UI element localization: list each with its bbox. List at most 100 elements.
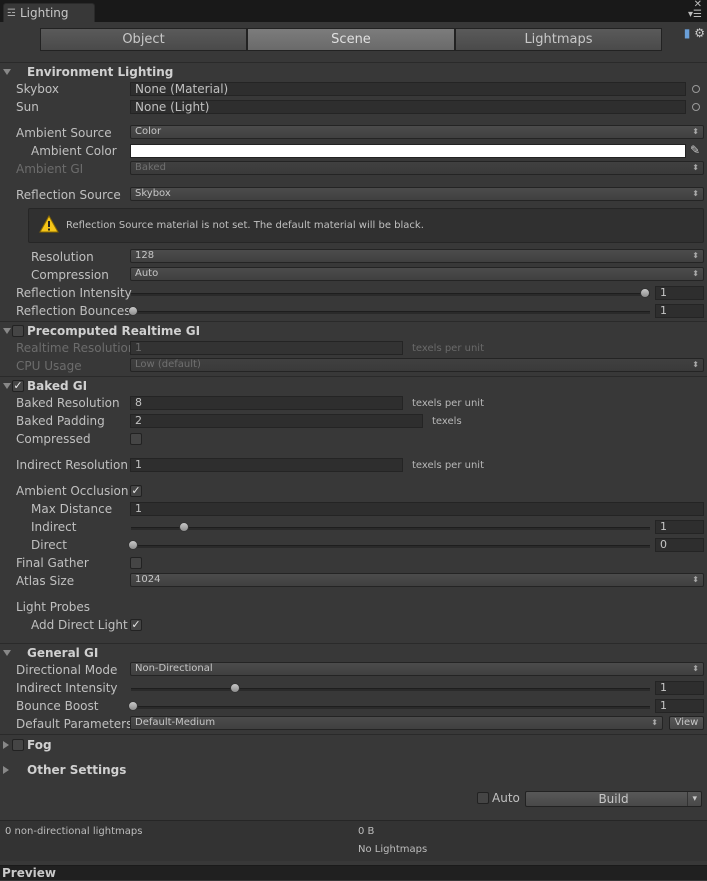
tab-lightmaps[interactable]: Lightmaps — [455, 28, 662, 51]
bounce-boost-field[interactable]: 1 — [655, 699, 704, 713]
ambient-occlusion-checkbox[interactable]: ✓ — [130, 485, 142, 497]
ambient-gi-dropdown: Baked ⬍ — [130, 161, 704, 175]
compression-value: Auto — [135, 268, 159, 279]
add-direct-light-checkbox[interactable]: ✓ — [130, 619, 142, 631]
general-header[interactable]: General GI — [27, 646, 98, 660]
bounce-boost-slider[interactable] — [131, 706, 650, 709]
indirect-intensity-thumb[interactable] — [230, 683, 240, 693]
ambient-gi-label: Ambient GI — [16, 162, 84, 176]
baked-padding-unit: texels — [432, 416, 462, 427]
precomputed-header[interactable]: Precomputed Realtime GI — [27, 324, 200, 338]
direct-field[interactable]: 0 — [655, 538, 704, 552]
directional-mode-dropdown[interactable]: Non-Directional ⬍ — [130, 662, 704, 676]
reflection-bounces-slider[interactable] — [131, 311, 650, 314]
indirect-intensity-slider[interactable] — [131, 688, 650, 691]
compression-dropdown[interactable]: Auto ⬍ — [130, 267, 704, 281]
baked-padding-field[interactable]: 2 — [130, 414, 423, 428]
compression-label: Compression — [31, 268, 109, 282]
reflection-intensity-thumb[interactable] — [640, 288, 650, 298]
indirect-intensity-label: Indirect Intensity — [16, 681, 118, 695]
baked-foldout-icon[interactable] — [3, 383, 11, 389]
tab-scene[interactable]: Scene — [247, 28, 455, 51]
fog-header[interactable]: Fog — [27, 738, 52, 752]
reflection-intensity-field[interactable]: 1 — [655, 286, 704, 300]
baked-resolution-label: Baked Resolution — [16, 396, 120, 410]
sun-picker-icon[interactable] — [692, 103, 700, 111]
reflection-intensity-slider[interactable] — [131, 293, 650, 296]
warning-icon — [39, 215, 59, 233]
direct-label: Direct — [31, 538, 67, 552]
precomputed-enable-checkbox[interactable] — [12, 325, 24, 337]
other-settings-foldout-icon[interactable] — [3, 766, 9, 774]
warning-text: Reflection Source material is not set. T… — [66, 220, 424, 231]
reflection-source-label: Reflection Source — [16, 188, 121, 202]
compressed-label: Compressed — [16, 432, 91, 446]
ambient-source-dropdown[interactable]: Color ⬍ — [130, 125, 704, 139]
direct-slider[interactable] — [131, 545, 650, 548]
build-dropdown-icon[interactable]: ▾ — [687, 792, 697, 806]
direct-thumb[interactable] — [128, 540, 138, 550]
cpu-usage-value: Low (default) — [135, 359, 201, 370]
help-book-icon[interactable]: ▮ — [684, 26, 691, 40]
default-parameters-dropdown[interactable]: Default-Medium ⬍ — [130, 716, 663, 730]
window-title: Lighting — [20, 6, 69, 20]
warning-helpbox: Reflection Source material is not set. T… — [28, 208, 704, 243]
ambient-color-swatch[interactable] — [130, 144, 686, 158]
fog-foldout-icon[interactable] — [3, 741, 9, 749]
lighting-window-tab[interactable]: ☲ Lighting — [3, 3, 95, 22]
skybox-picker-icon[interactable] — [692, 85, 700, 93]
ambient-gi-value: Baked — [135, 162, 166, 173]
lighting-tab-icon: ☲ — [7, 8, 16, 19]
indirect-slider[interactable] — [131, 527, 650, 530]
reflection-bounces-label: Reflection Bounces — [16, 304, 131, 318]
fog-enable-checkbox[interactable] — [12, 739, 24, 751]
resolution-dropdown[interactable]: 128 ⬍ — [130, 249, 704, 263]
lightmaps-count: 0 non-directional lightmaps — [5, 826, 143, 837]
indirect-label: Indirect — [31, 520, 77, 534]
view-button[interactable]: View — [669, 716, 704, 730]
preview-header[interactable]: Preview — [0, 865, 707, 880]
indirect-resolution-field[interactable]: 1 — [130, 458, 403, 472]
environment-header[interactable]: Environment Lighting — [27, 65, 173, 79]
realtime-resolution-field: 1 — [130, 341, 403, 355]
indirect-thumb[interactable] — [179, 522, 189, 532]
window-tab-bar: ☲ Lighting ✕ ▾☰ — [0, 0, 707, 22]
atlas-size-value: 1024 — [135, 574, 161, 585]
reflection-bounces-thumb[interactable] — [128, 306, 138, 316]
environment-foldout-icon[interactable] — [3, 69, 11, 75]
baked-enable-checkbox[interactable]: ✓ — [12, 380, 24, 392]
resolution-value: 128 — [135, 250, 155, 261]
indirect-field[interactable]: 1 — [655, 520, 704, 534]
indirect-intensity-field[interactable]: 1 — [655, 681, 704, 695]
final-gather-label: Final Gather — [16, 556, 89, 570]
dropdown-arrow-icon: ⬍ — [692, 360, 699, 369]
bounce-boost-thumb[interactable] — [128, 701, 138, 711]
final-gather-checkbox[interactable] — [130, 557, 142, 569]
eyedropper-icon[interactable]: ✎ — [690, 143, 700, 157]
max-distance-field[interactable]: 1 — [130, 502, 704, 516]
reflection-source-dropdown[interactable]: Skybox ⬍ — [130, 187, 704, 201]
window-controls: ✕ ▾☰ — [688, 0, 702, 20]
ambient-color-label: Ambient Color — [31, 144, 117, 158]
auto-checkbox[interactable] — [477, 792, 489, 804]
baked-header[interactable]: Baked GI — [27, 379, 87, 393]
light-probes-label: Light Probes — [16, 600, 91, 614]
menu-icon[interactable]: ▾☰ — [688, 10, 702, 20]
skybox-field[interactable]: None (Material) — [130, 82, 686, 96]
atlas-size-dropdown[interactable]: 1024 ⬍ — [130, 573, 704, 587]
sun-field[interactable]: None (Light) — [130, 100, 686, 114]
default-parameters-value: Default-Medium — [135, 717, 216, 728]
dropdown-arrow-icon: ⬍ — [651, 718, 658, 727]
dropdown-arrow-icon: ⬍ — [692, 189, 699, 198]
precomputed-foldout-icon[interactable] — [3, 328, 11, 334]
build-button[interactable]: Build ▾ — [525, 791, 702, 807]
reflection-bounces-field[interactable]: 1 — [655, 304, 704, 318]
tab-object[interactable]: Object — [40, 28, 247, 51]
indirect-resolution-label: Indirect Resolution — [16, 458, 128, 472]
compressed-checkbox[interactable] — [130, 433, 142, 445]
baked-resolution-field[interactable]: 8 — [130, 396, 403, 410]
general-foldout-icon[interactable] — [3, 650, 11, 656]
other-settings-header[interactable]: Other Settings — [27, 763, 126, 777]
gear-icon[interactable]: ⚙ — [694, 26, 705, 40]
sun-label: Sun — [16, 100, 39, 114]
